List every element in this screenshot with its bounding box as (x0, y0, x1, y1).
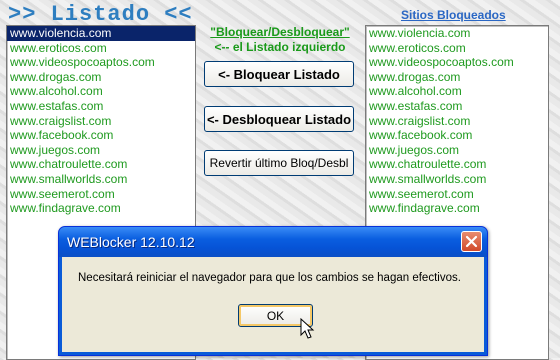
list-item[interactable]: www.violencia.com (7, 26, 195, 41)
list-item[interactable]: www.eroticos.com (7, 41, 195, 56)
block-list-button[interactable]: <- Bloquear Listado (204, 61, 354, 87)
dialog-title: WEBlocker 12.10.12 (67, 234, 195, 250)
app-title: >> Listado << (8, 2, 193, 27)
list-item[interactable]: www.facebook.com (7, 128, 195, 143)
list-item[interactable]: www.videospocoaptos.com (366, 55, 548, 70)
close-x-glyph (465, 235, 478, 248)
list-item[interactable]: www.chatroulette.com (7, 157, 195, 172)
list-item[interactable]: www.craigslist.com (7, 114, 195, 129)
message-dialog: WEBlocker 12.10.12 Necesitará reiniciar … (58, 226, 488, 356)
list-item[interactable]: www.alcohol.com (7, 84, 195, 99)
list-item[interactable]: www.violencia.com (366, 26, 548, 41)
mouse-pointer-icon (300, 318, 315, 339)
list-item[interactable]: www.craigslist.com (366, 114, 548, 129)
blocked-sites-header: Sitios Bloqueados (401, 8, 506, 22)
list-item[interactable]: www.estafas.com (7, 99, 195, 114)
list-item[interactable]: www.facebook.com (366, 128, 548, 143)
close-icon[interactable] (461, 231, 482, 252)
dialog-titlebar[interactable]: WEBlocker 12.10.12 (59, 227, 487, 257)
unblock-list-button[interactable]: <- Desbloquear Listado (204, 106, 354, 132)
block-unblock-hint-subtitle: <-- el Listado izquierdo (214, 40, 346, 54)
revert-last-button[interactable]: Revertir último Bloq/Desbl (204, 150, 354, 176)
list-item[interactable]: www.juegos.com (366, 143, 548, 158)
dialog-body: Necesitará reiniciar el navegador para q… (62, 257, 484, 352)
dialog-message: Necesitará reiniciar el navegador para q… (78, 272, 461, 284)
list-item[interactable]: www.alcohol.com (366, 84, 548, 99)
list-item[interactable]: www.eroticos.com (366, 41, 548, 56)
list-item[interactable]: www.findagrave.com (366, 201, 548, 216)
list-item[interactable]: www.findagrave.com (7, 201, 195, 216)
block-unblock-hint-title: "Bloquear/Desbloquear" (210, 25, 350, 39)
list-item[interactable]: www.smallworlds.com (366, 172, 548, 187)
list-item[interactable]: www.drogas.com (366, 70, 548, 85)
list-item[interactable]: www.seemerot.com (366, 187, 548, 202)
list-item[interactable]: www.seemerot.com (7, 187, 195, 202)
list-item[interactable]: www.estafas.com (366, 99, 548, 114)
list-item[interactable]: www.chatroulette.com (366, 157, 548, 172)
list-item[interactable]: www.drogas.com (7, 70, 195, 85)
list-item[interactable]: www.juegos.com (7, 143, 195, 158)
list-item[interactable]: www.smallworlds.com (7, 172, 195, 187)
list-item[interactable]: www.videospocoaptos.com (7, 55, 195, 70)
